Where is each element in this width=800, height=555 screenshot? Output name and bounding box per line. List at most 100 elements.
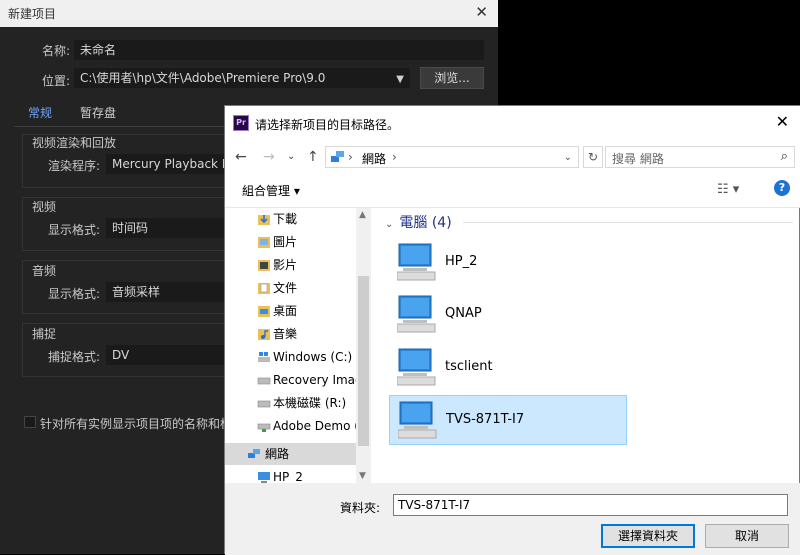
tab-scratch-disks[interactable]: 暂存盘 [80,100,116,126]
chevron-down-icon: ▼ [396,74,404,85]
navigation-pane-scrollbar[interactable]: ▲ ▼ [356,208,371,483]
nav-item-music[interactable]: 音樂 [225,323,356,345]
navigation-pane: 下載 圖片 影片 文件 桌面 音樂 Windows (C:) Recovery [225,208,371,483]
audio-display-format-dropdown[interactable]: 音频采样 [106,282,236,302]
help-icon[interactable]: ? [774,180,790,196]
back-arrow-icon[interactable]: ← [235,149,247,165]
video-display-format-dropdown[interactable]: 时间码 [106,218,236,238]
network-drive-icon [257,423,271,432]
navigation-bar: ← → ⌄ ↑ › 網路 › ⌄ ↻ 搜尋 網路 ⌕ [225,140,800,174]
nav-item-videos[interactable]: 影片 [225,254,356,276]
close-icon[interactable]: ✕ [776,112,789,131]
computer-name: TVS-871T-I7 [446,412,525,427]
group-header-computers[interactable]: ⌄ 電腦 (4) [385,212,452,232]
nav-item-label: 下載 [273,212,298,226]
drive-icon [257,400,271,408]
search-box[interactable]: 搜尋 網路 ⌕ [605,146,795,168]
desktop-folder-icon [258,306,270,317]
premiere-title-bar: 新建项目 ✕ [0,0,498,27]
recent-locations-chevron-icon[interactable]: ⌄ [287,151,295,162]
project-name-input[interactable]: 未命名 [74,40,484,60]
capture-section-title: 捕捉 [32,327,57,341]
nav-item-label: 本機磁碟 (R:) [273,396,347,410]
network-icon [331,151,344,162]
nav-item-label: 文件 [273,281,298,295]
select-folder-button[interactable]: 選擇資料夾 [601,524,695,548]
computer-item-tsclient[interactable]: tsclient [389,343,627,393]
nav-item-windows-c[interactable]: Windows (C:) [225,346,356,368]
nav-item-label: Recovery Image [273,373,356,387]
nav-item-network[interactable]: 網路 [225,443,356,465]
renderer-label: 渲染程序: [48,159,101,173]
folder-label: 資料夾: [340,501,381,515]
scrollbar-thumb[interactable] [358,276,369,446]
documents-folder-icon [258,283,270,294]
search-placeholder: 搜尋 網路 [612,152,664,166]
computer-item-hp2[interactable]: HP_2 [389,238,627,288]
collapse-chevron-icon: ⌄ [385,219,394,230]
nav-item-label: HP_2 [273,470,303,483]
up-arrow-icon[interactable]: ↑ [307,149,319,165]
nav-item-label: 網路 [265,447,290,461]
organize-label: 組合管理 [242,184,291,198]
capture-format-dropdown[interactable]: DV [106,345,236,365]
close-icon[interactable]: ✕ [475,3,488,21]
nav-item-pictures[interactable]: 圖片 [225,231,356,253]
location-label: 位置: [42,74,71,88]
tab-general[interactable]: 常规 [28,100,52,126]
computer-icon [397,348,436,386]
scroll-up-icon[interactable]: ▲ [359,210,366,220]
computer-item-tvs-871t-i7[interactable]: TVS-871T-I7 [389,395,627,445]
breadcrumb-chevron-icon: › [392,150,397,164]
address-dropdown-icon[interactable]: ⌄ [564,152,572,163]
organize-menu[interactable]: 組合管理 ▾ [242,182,300,199]
nav-item-label: Windows (C:) [273,350,353,364]
nav-item-local-disk-r[interactable]: 本機磁碟 (R:) [225,392,356,414]
dialog-title-bar: Pr 请选择新项目的目标路径。 ✕ [225,106,800,140]
address-bar[interactable]: › 網路 › ⌄ [325,146,579,168]
drive-icon [257,377,271,385]
refresh-icon[interactable]: ↻ [583,146,603,168]
music-folder-icon [258,329,270,340]
videos-folder-icon [258,260,270,271]
command-bar: 組合管理 ▾ ☷ ▾ ? [225,174,800,208]
nav-item-label: 音樂 [273,327,298,341]
browse-button[interactable]: 浏览... [420,67,484,89]
show-item-names-checkbox[interactable] [24,416,36,428]
nav-item-label: 桌面 [273,304,298,318]
nav-item-desktop[interactable]: 桌面 [225,300,356,322]
location-value: C:\使用者\hp\文件\Adobe\Premiere Pro\9.0 [80,71,326,85]
windows-drive-icon [258,352,270,362]
folder-input[interactable]: TVS-871T-I7 [393,494,788,516]
dialog-title: 请选择新项目的目标路径。 [255,118,400,132]
nav-item-documents[interactable]: 文件 [225,277,356,299]
nav-item-adobe-demo[interactable]: Adobe Demo (V [225,415,356,437]
forward-arrow-icon[interactable]: → [263,149,275,165]
group-divider [463,222,793,223]
view-options-icon[interactable]: ☷ ▾ [717,182,739,197]
select-folder-dialog: Pr 请选择新项目的目标路径。 ✕ ← → ⌄ ↑ › 網路 › ⌄ ↻ 搜尋 … [224,105,800,555]
computer-icon [258,472,270,483]
audio-display-format-label: 显示格式: [48,287,101,301]
file-list: ⌄ 電腦 (4) HP_2 QNAP tsclient TVS-871T-I7 [371,208,799,483]
renderer-dropdown[interactable]: Mercury Playback Engine [106,154,236,174]
nav-item-downloads[interactable]: 下載 [225,208,356,230]
cancel-button[interactable]: 取消 [705,524,789,548]
show-item-names-label: 针对所有实例显示项目项的名称和标 [40,417,230,431]
computer-name: tsclient [445,359,493,374]
computer-icon [397,243,436,281]
nav-item-label: Adobe Demo (V [273,419,356,433]
search-icon: ⌕ [780,149,788,164]
scroll-down-icon[interactable]: ▼ [359,471,366,481]
nav-item-hp2[interactable]: HP_2 [225,466,356,483]
computer-item-qnap[interactable]: QNAP [389,290,627,340]
capture-format-label: 捕捉格式: [48,350,101,364]
nav-item-label: 圖片 [273,235,298,249]
network-icon [248,449,260,458]
video-display-format-label: 显示格式: [48,223,101,237]
nav-item-recovery-image[interactable]: Recovery Image [225,369,356,391]
address-text: 網路 [362,152,387,166]
computer-name: QNAP [445,306,482,321]
premiere-dialog-title: 新建项目 [8,7,57,21]
location-dropdown[interactable]: C:\使用者\hp\文件\Adobe\Premiere Pro\9.0 ▼ [74,68,410,88]
